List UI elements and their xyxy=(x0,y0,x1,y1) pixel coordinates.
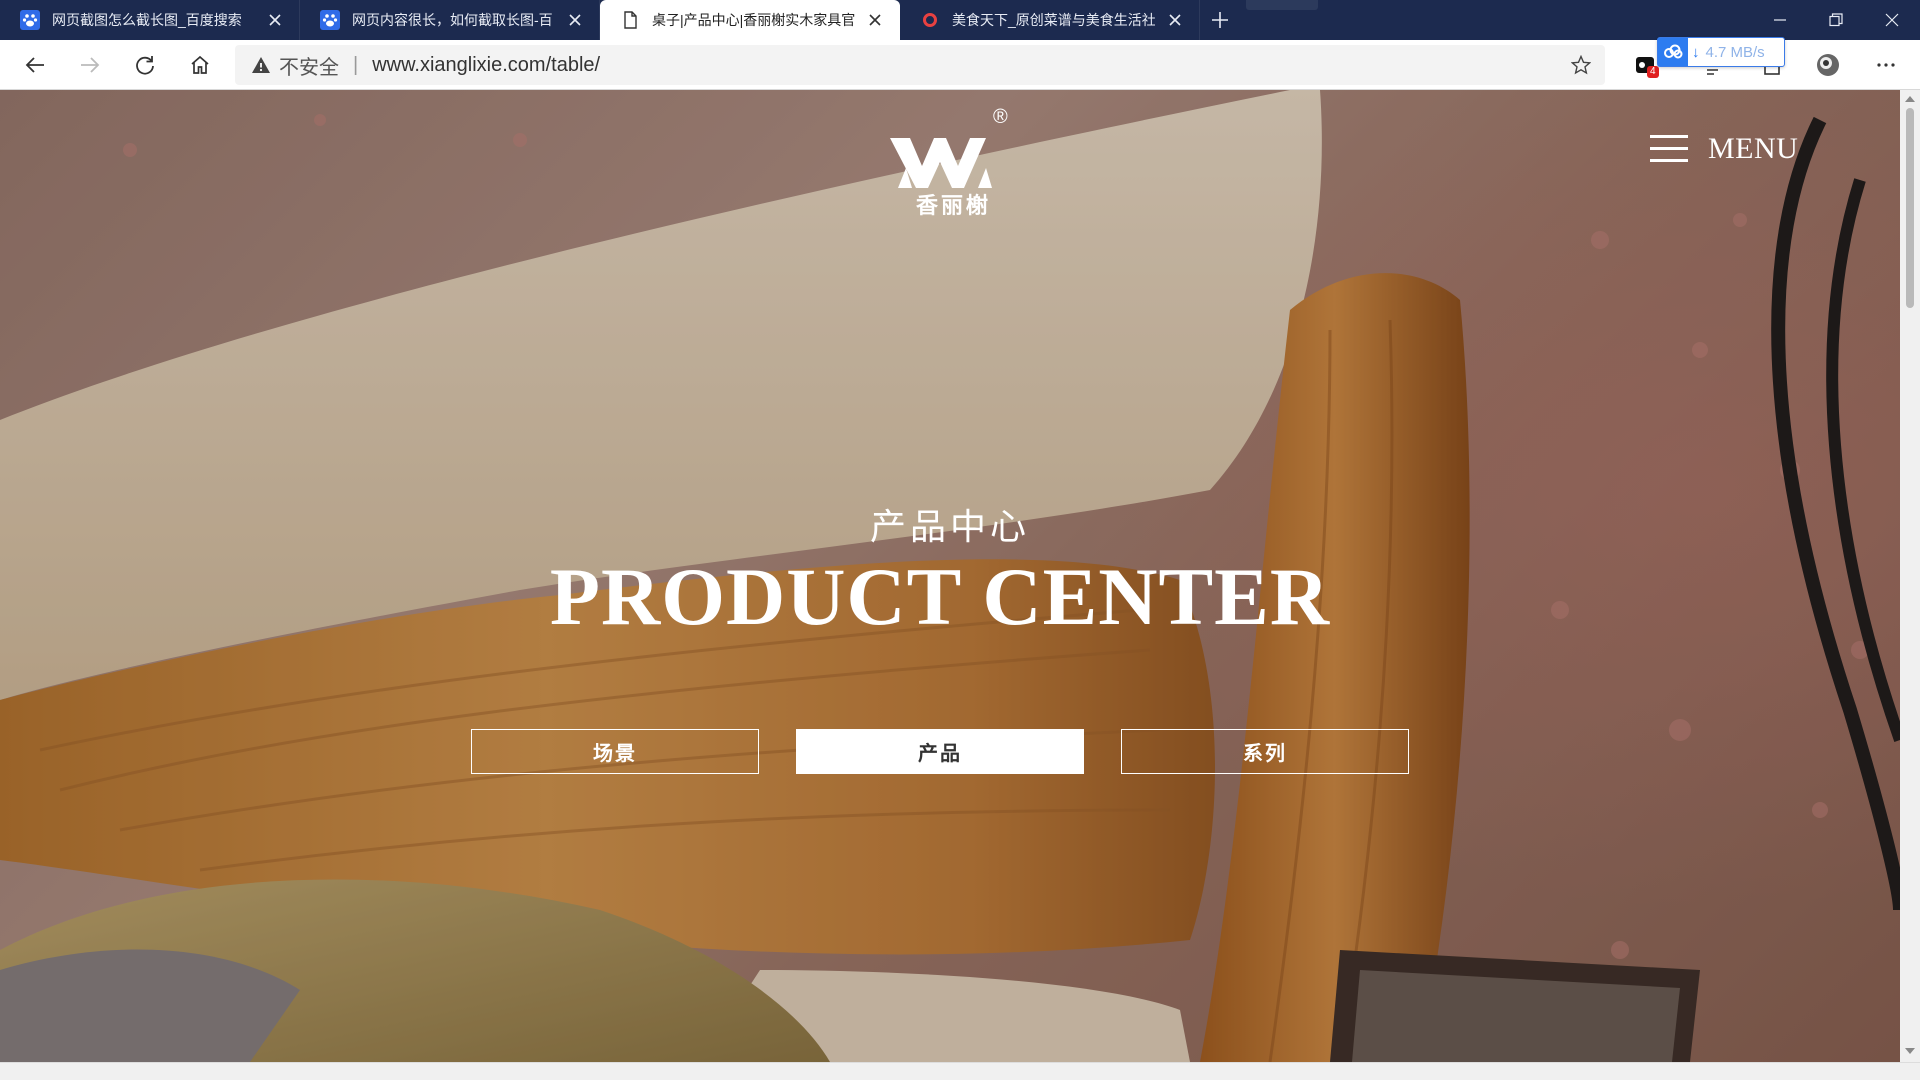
speed-indicator-mini xyxy=(1246,0,1318,10)
tab-title: 网页截图怎么截长图_百度搜索 xyxy=(52,12,242,28)
new-tab-button[interactable] xyxy=(1200,0,1240,40)
logo-text: 香丽榭 xyxy=(916,193,992,219)
browser-toolbar: 不安全 | www.xianglixie.com/table/ 4 xyxy=(0,40,1920,90)
minimize-button[interactable] xyxy=(1752,0,1808,40)
page-title-cn: 产品中心 xyxy=(869,507,1030,548)
baidu-paw-icon xyxy=(320,10,340,30)
category-series-button[interactable]: 系列 xyxy=(1121,729,1409,774)
tab-title: 美食天下_原创菜谱与美食生活社 xyxy=(952,12,1155,28)
arrow-left-icon xyxy=(25,56,44,73)
vertical-scrollbar[interactable] xyxy=(1900,90,1920,1062)
extension-badge: 4 xyxy=(1647,66,1659,78)
close-icon[interactable] xyxy=(565,10,585,30)
download-speed-widget[interactable]: ↓ 4.7 MB/s xyxy=(1657,37,1785,67)
close-icon xyxy=(1885,13,1899,27)
plus-icon xyxy=(1212,12,1228,28)
restore-button[interactable] xyxy=(1808,0,1864,40)
back-button[interactable] xyxy=(15,45,55,85)
logo-registered-mark: ® xyxy=(993,106,1008,128)
close-icon[interactable] xyxy=(1165,10,1185,30)
refresh-icon xyxy=(136,55,154,75)
brand-logo[interactable]: ® 香丽榭 xyxy=(878,106,1013,219)
address-bar[interactable]: 不安全 | www.xianglixie.com/table/ xyxy=(235,45,1605,85)
window-controls xyxy=(1752,0,1920,40)
scroll-up-icon[interactable] xyxy=(1904,94,1916,104)
tab-long-screenshot[interactable]: 网页内容很长，如何截取长图-百 xyxy=(300,0,600,40)
tab-strip: 网页截图怎么截长图_百度搜索 网页内容很长，如何截取长图-百 桌子|产品中心|香… xyxy=(0,0,1920,40)
scroll-down-icon[interactable] xyxy=(1904,1046,1916,1056)
hamburger-icon xyxy=(1650,135,1688,162)
tab-baidu-search[interactable]: 网页截图怎么截长图_百度搜索 xyxy=(0,0,300,40)
profile-button[interactable] xyxy=(1808,40,1848,90)
close-window-button[interactable] xyxy=(1864,0,1920,40)
address-separator: | xyxy=(353,53,359,76)
url-text[interactable]: www.xianglixie.com/table/ xyxy=(372,54,600,77)
star-icon[interactable] xyxy=(1571,55,1591,75)
download-arrow-icon: ↓ xyxy=(1692,43,1700,61)
avatar-icon xyxy=(1817,54,1839,76)
restore-icon xyxy=(1829,13,1843,27)
category-product-button[interactable]: 产品 xyxy=(796,729,1084,774)
download-speed-text: 4.7 MB/s xyxy=(1705,43,1765,61)
category-nav: 场景 产品 系列 xyxy=(471,729,1446,774)
home-button[interactable] xyxy=(180,45,220,85)
horizontal-scrollbar[interactable] xyxy=(0,1062,1920,1080)
baidu-paw-icon xyxy=(20,10,40,30)
category-scene-button[interactable]: 场景 xyxy=(471,729,759,774)
refresh-button[interactable] xyxy=(125,45,165,85)
tab-title: 桌子|产品中心|香丽榭实木家具官 xyxy=(652,12,855,28)
close-icon[interactable] xyxy=(865,10,885,30)
warning-icon xyxy=(252,57,270,73)
security-label: 不安全 xyxy=(279,56,339,79)
tab-title: 网页内容很长，如何截取长图-百 xyxy=(352,12,553,28)
tab-product-center[interactable]: 桌子|产品中心|香丽榭实木家具官 xyxy=(600,0,900,40)
record-icon xyxy=(923,13,937,27)
tab-meishi[interactable]: 美食天下_原创菜谱与美食生活社 xyxy=(900,0,1200,40)
close-icon[interactable] xyxy=(265,10,285,30)
page-title-en: PRODUCT CENTER xyxy=(549,551,1331,642)
scrollbar-thumb[interactable] xyxy=(1906,108,1914,308)
more-dots-icon xyxy=(1877,63,1895,67)
settings-more-button[interactable] xyxy=(1866,40,1906,90)
cloud-icon xyxy=(1658,38,1688,66)
minimize-icon xyxy=(1774,19,1786,21)
forward-button[interactable] xyxy=(70,45,110,85)
home-icon xyxy=(191,55,209,74)
page-icon xyxy=(624,11,637,29)
menu-label: MENU xyxy=(1708,132,1799,165)
menu-button[interactable]: MENU xyxy=(1650,132,1798,166)
page-viewport: ® 香丽榭 MENU 产品中心 PRODUCT CENTER 场景 产品 系列 xyxy=(0,90,1900,1062)
arrow-right-icon xyxy=(81,56,100,73)
